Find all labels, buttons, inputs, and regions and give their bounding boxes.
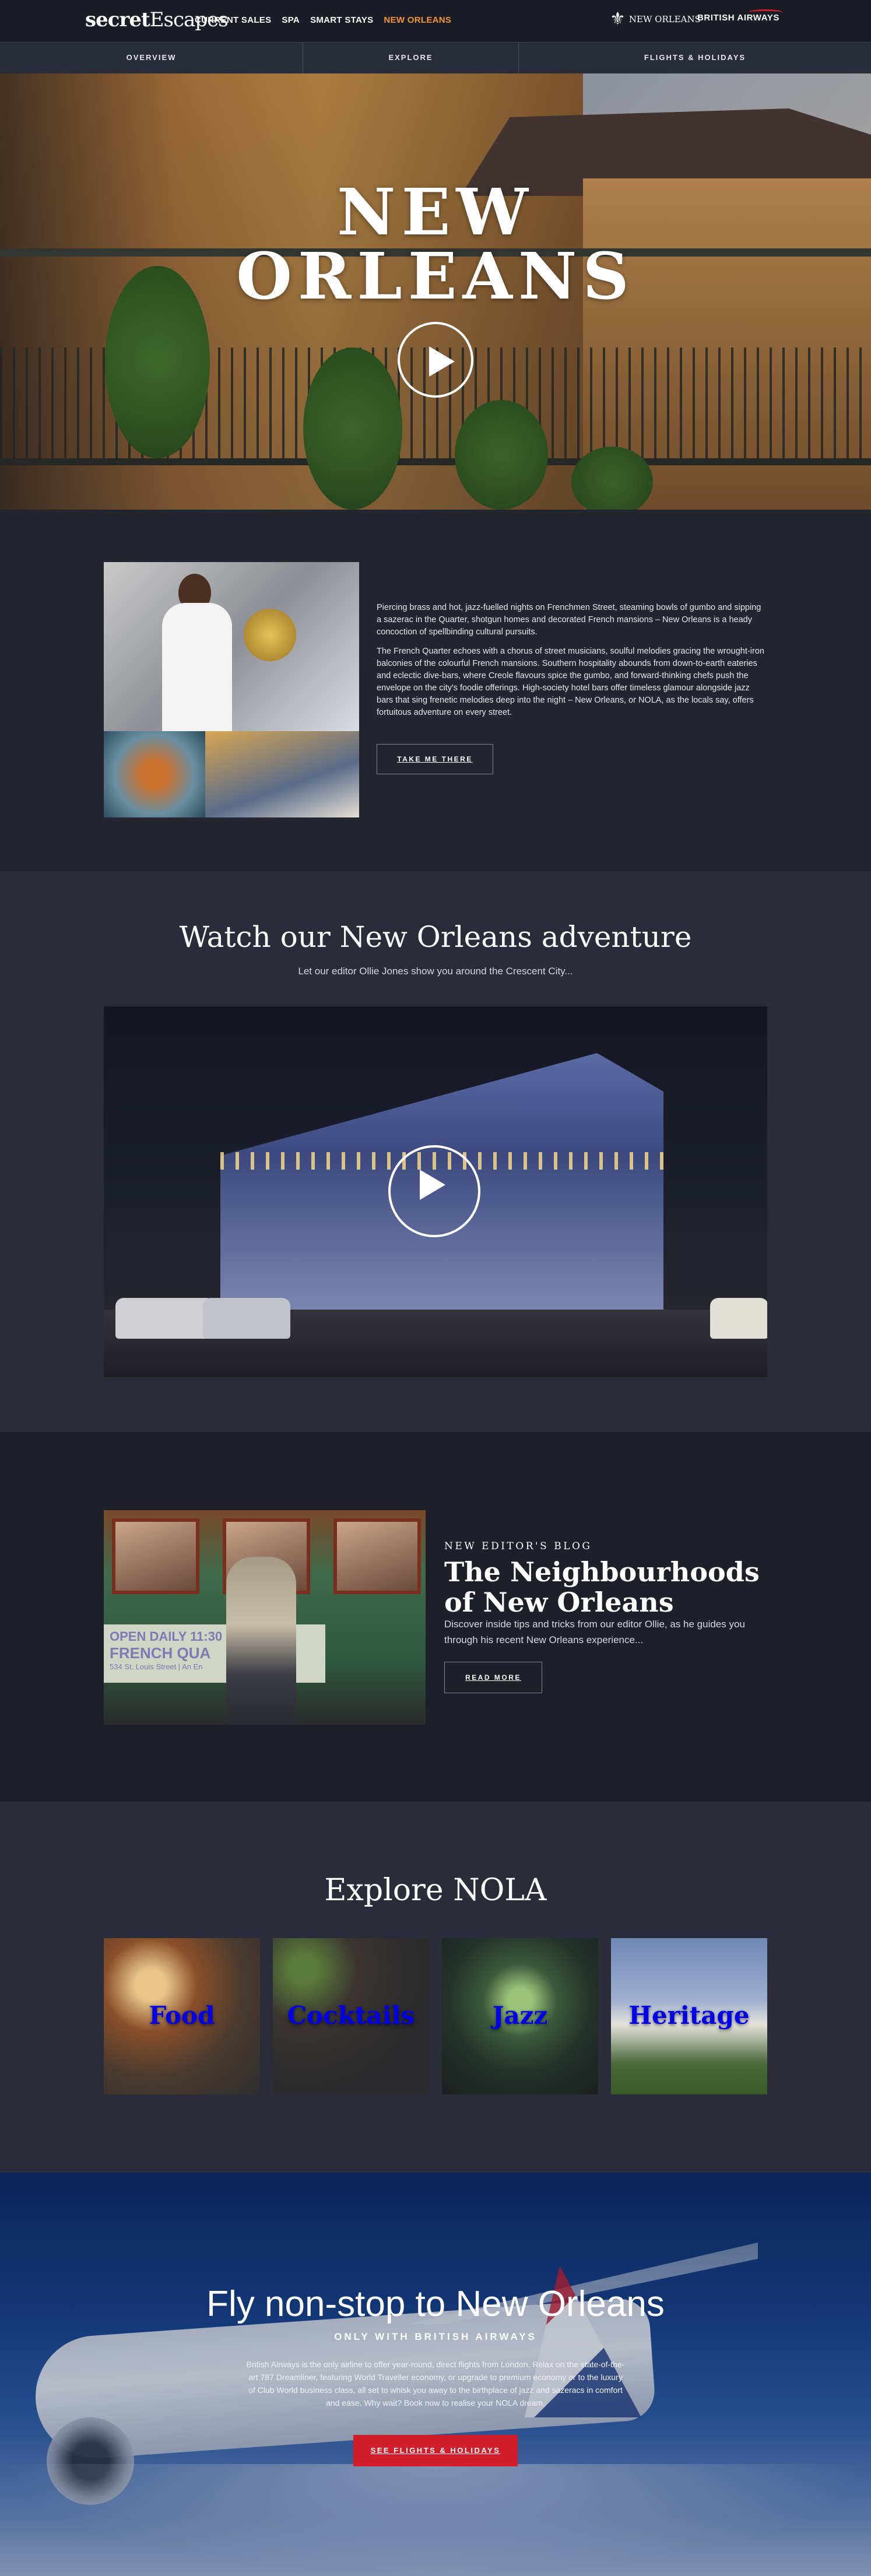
intro-paragraph-2: The French Quarter echoes with a chorus … [377, 647, 764, 717]
explore-section: Explore NOLA Food Cocktails Jazz Heritag… [0, 1802, 871, 2173]
hero-play-button[interactable] [398, 322, 473, 398]
video-subtitle: Let our editor Ollie Jones show you arou… [298, 966, 573, 977]
video-car [203, 1298, 290, 1339]
tile-label: Cocktails [287, 2001, 415, 2030]
hero-section: NEW ORLEANS [0, 73, 871, 510]
collage-street-photo [205, 731, 359, 817]
nav-link-smart-stays[interactable]: SMART STAYS [310, 15, 373, 25]
tile-label: Jazz [492, 2001, 548, 2030]
trumpet-bell [244, 609, 296, 661]
new-orleans-partner-text: NEW ORLEANS [628, 14, 701, 24]
top-navigation-bar: secretEscapes CURRENT SALES SPA SMART ST… [0, 0, 871, 42]
explore-tile-jazz[interactable]: Jazz [442, 1938, 598, 2094]
tab-flights-holidays[interactable]: FLIGHTS & HOLIDAYS [519, 43, 871, 73]
tab-overview[interactable]: OVERVIEW [0, 43, 303, 73]
explore-title: Explore NOLA [324, 1873, 547, 1908]
tile-label: Heritage [628, 2001, 750, 2030]
blog-title[interactable]: The Neighbourhoods of New Orleans [444, 1557, 771, 1617]
streetcar-window [333, 1518, 421, 1594]
main-nav: CURRENT SALES SPA SMART STAYS NEW ORLEAN… [195, 15, 451, 25]
intro-collage-image [104, 562, 359, 817]
nav-link-new-orleans[interactable]: NEW ORLEANS [384, 15, 451, 25]
nav-link-spa[interactable]: SPA [282, 15, 300, 25]
new-orleans-partner-logo: ⚜ NEW ORLEANS [610, 10, 701, 28]
explore-tile-food[interactable]: Food [104, 1938, 260, 2094]
section-tabs: OVERVIEW EXPLORE FLIGHTS & HOLIDAYS [0, 42, 871, 73]
fleur-de-lis-icon: ⚜ [610, 9, 626, 29]
ba-swoosh-icon [749, 9, 782, 15]
ba-title: Fly non-stop to New Orleans [206, 2284, 665, 2324]
see-flights-holidays-button[interactable]: SEE FLIGHTS & HOLIDAYS [353, 2435, 518, 2466]
intro-section: Piercing brass and hot, jazz-fuelled nig… [0, 510, 871, 871]
intro-copy: Piercing brass and hot, jazz-fuelled nig… [377, 602, 767, 726]
nav-link-current-sales[interactable]: CURRENT SALES [195, 15, 271, 25]
blog-kicker: NEW EDITOR'S BLOG [444, 1540, 592, 1552]
collage-gumbo-photo [104, 731, 205, 817]
streetcar-window [112, 1518, 199, 1594]
video-car [710, 1298, 767, 1339]
hero-title-line1: NEW [337, 174, 534, 250]
logo-bold-text: secret [85, 8, 150, 31]
tab-explore[interactable]: EXPLORE [303, 43, 519, 73]
explore-tile-heritage[interactable]: Heritage [611, 1938, 767, 2094]
editor-blog-section: OPEN DAILY 11:30 FRENCH QUA 534 St. Loui… [0, 1432, 871, 1802]
tile-label: Food [149, 2001, 215, 2030]
explore-tile-cocktails[interactable]: Cocktails [273, 1938, 429, 2094]
british-airways-logo: BRITISH AIRWAYS [697, 9, 782, 23]
british-airways-section: Fly non-stop to New Orleans ONLY WITH BR… [0, 2173, 871, 2576]
video-title: Watch our New Orleans adventure [179, 920, 692, 954]
editor-figure [226, 1557, 296, 1725]
video-section: Watch our New Orleans adventure Let our … [0, 871, 871, 1432]
musician-body [162, 603, 232, 731]
blog-excerpt: Discover inside tips and tricks from our… [444, 1619, 745, 1645]
blog-image[interactable]: OPEN DAILY 11:30 FRENCH QUA 534 St. Loui… [104, 1510, 426, 1725]
intro-paragraph-1: Piercing brass and hot, jazz-fuelled nig… [377, 603, 761, 637]
take-me-there-button[interactable]: TAKE ME THERE [377, 744, 493, 774]
ba-copy: British Airways is the only airline to o… [246, 2360, 625, 2407]
read-more-button[interactable]: READ MORE [444, 1662, 542, 1693]
hero-title-line2: ORLEANS [236, 238, 635, 314]
video-play-button[interactable] [388, 1145, 480, 1237]
video-player[interactable] [104, 1006, 767, 1377]
video-car [115, 1298, 215, 1339]
ba-tagline: ONLY WITH BRITISH AIRWAYS [334, 2331, 537, 2342]
